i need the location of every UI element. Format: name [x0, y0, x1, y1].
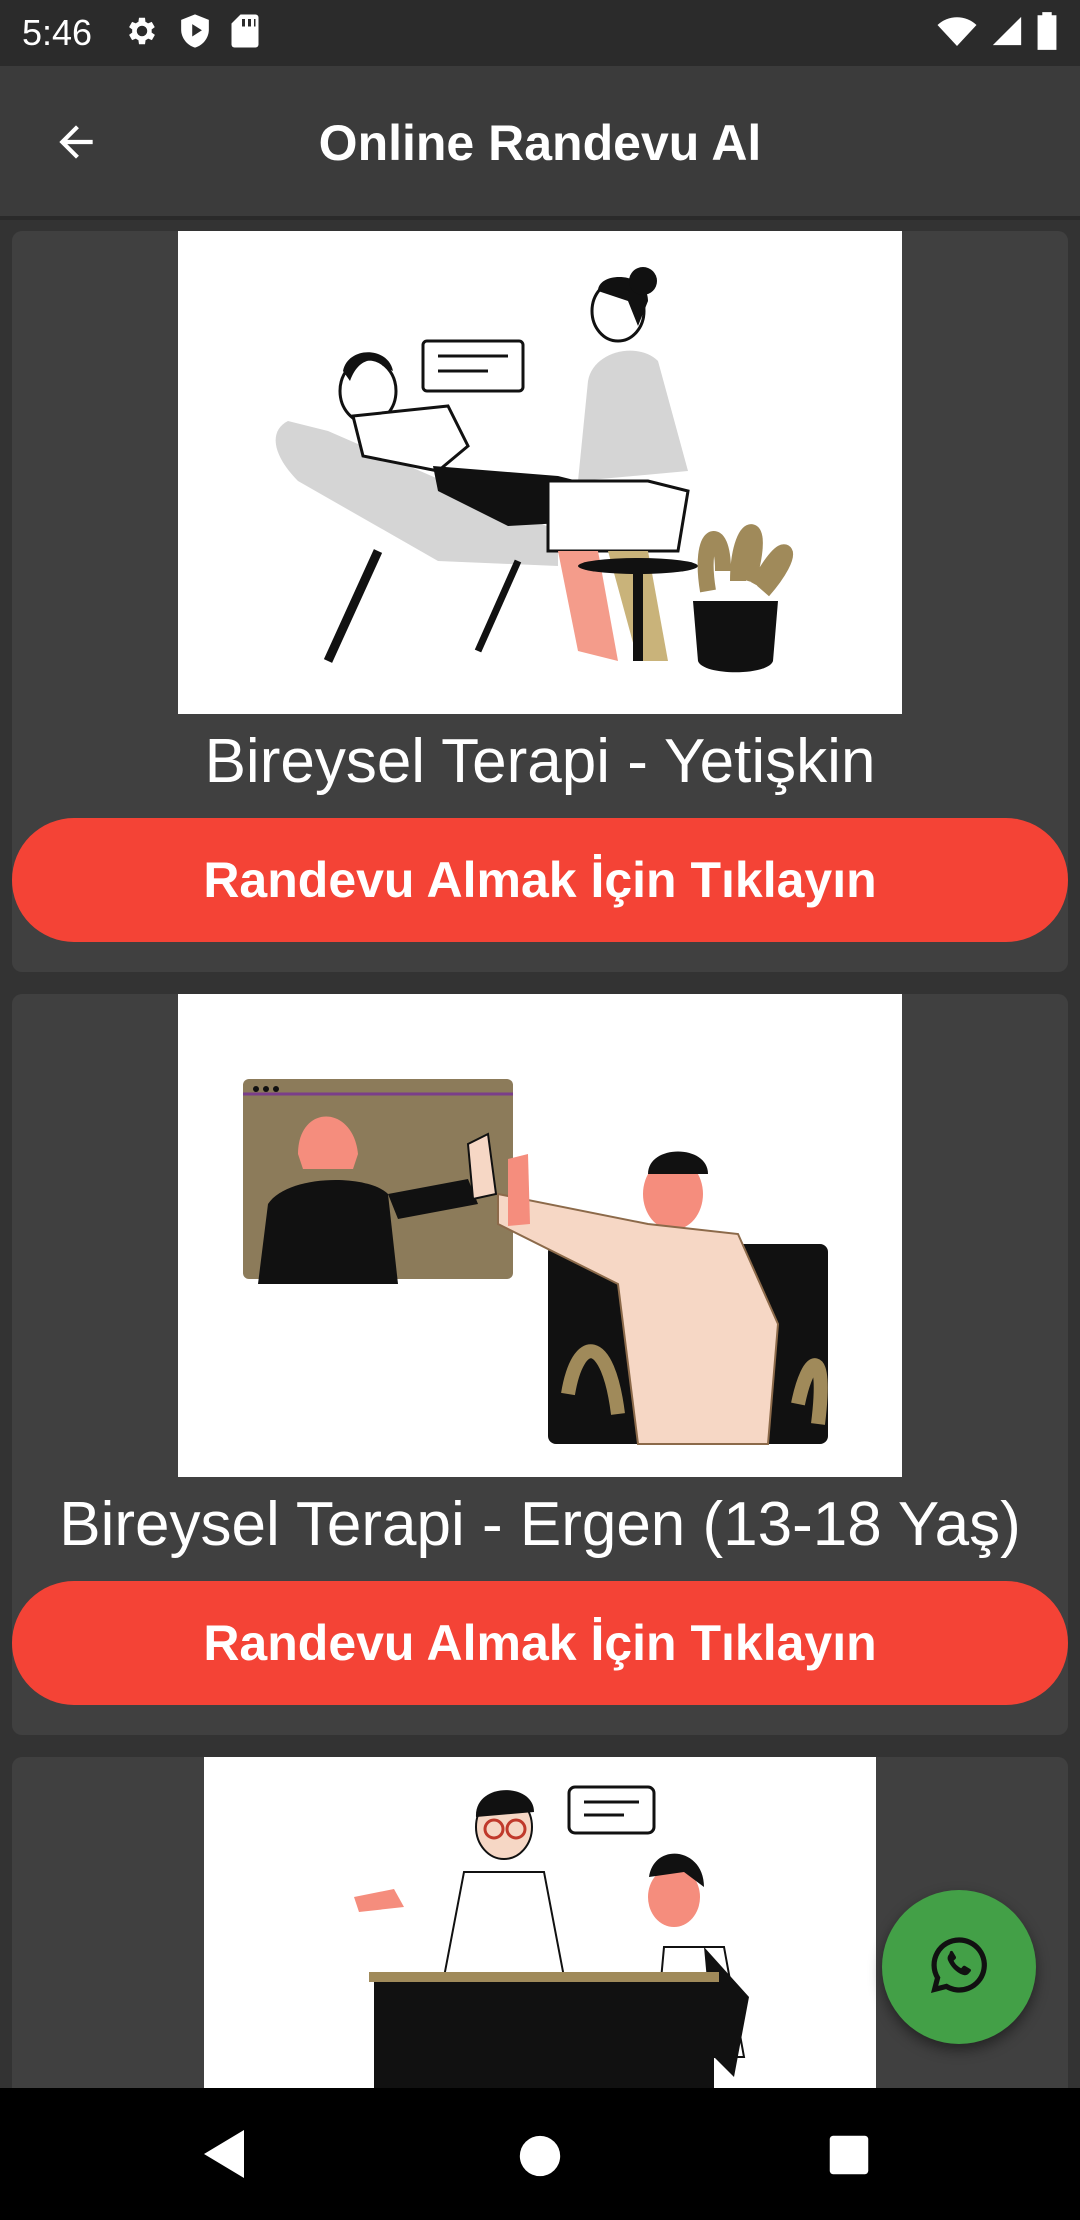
whatsapp-button[interactable] — [882, 1890, 1036, 2044]
book-appointment-button[interactable]: Randevu Almak İçin Tıklayın — [12, 1581, 1068, 1705]
card-title: Bireysel Terapi - Yetişkin — [204, 727, 876, 796]
online-session-illustration — [178, 994, 902, 1477]
nav-recents-icon[interactable] — [828, 2134, 870, 2181]
service-card-adult: Bireysel Terapi - Yetişkin Randevu Almak… — [12, 231, 1068, 972]
nav-home-icon[interactable] — [518, 2134, 562, 2183]
status-bar: 5:46 — [0, 0, 1080, 66]
book-appointment-button[interactable]: Randevu Almak İçin Tıklayın — [12, 818, 1068, 942]
status-time: 5:46 — [22, 12, 93, 53]
page-title: Online Randevu Al — [318, 115, 762, 171]
appointment-list[interactable]: Bireysel Terapi - Yetişkin Randevu Almak… — [0, 220, 1080, 2088]
therapist-with-patient-illustration — [178, 231, 902, 714]
nav-back-icon[interactable] — [200, 2128, 248, 2185]
sd-card-icon — [230, 13, 260, 54]
service-card-teen: Bireysel Terapi - Ergen (13-18 Yaş) Rand… — [12, 994, 1068, 1735]
settings-icon — [124, 13, 160, 54]
status-icons-right — [936, 11, 1058, 55]
card-title: Bireysel Terapi - Ergen (13-18 Yaş) — [59, 1490, 1021, 1559]
counselor-at-desk-illustration — [204, 1757, 876, 2088]
shield-play-icon — [178, 13, 212, 54]
whatsapp-icon — [927, 1933, 991, 2002]
signal-icon — [990, 13, 1024, 54]
wifi-icon — [936, 13, 978, 54]
navigation-bar — [0, 2088, 1080, 2220]
app-bar: Online Randevu Al — [0, 66, 1080, 220]
battery-icon — [1036, 11, 1058, 55]
status-icons-left — [124, 12, 260, 54]
